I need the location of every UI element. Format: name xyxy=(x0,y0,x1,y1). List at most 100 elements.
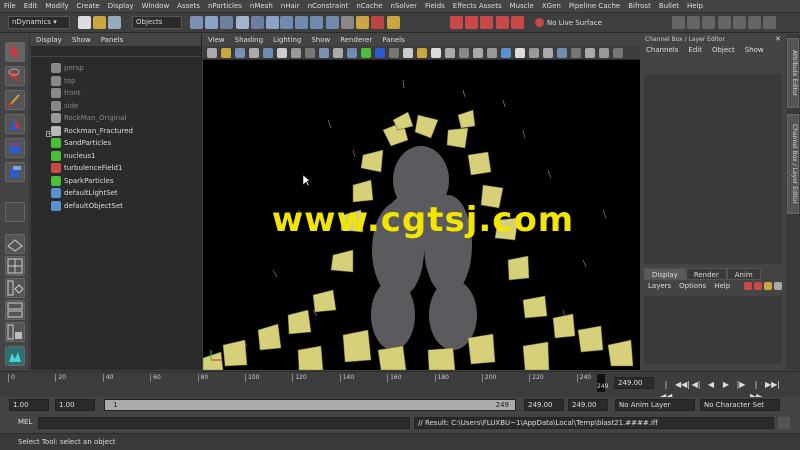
viewport-tool-icon[interactable] xyxy=(487,48,497,58)
menu-file[interactable]: File xyxy=(0,2,20,10)
snap-surface-icon[interactable] xyxy=(325,16,339,29)
select-tool-icon[interactable] xyxy=(5,42,25,62)
menu-nconstraint[interactable]: nConstraint xyxy=(304,2,353,10)
layout-four-icon[interactable] xyxy=(5,256,25,276)
panel-icon[interactable] xyxy=(732,16,746,29)
mask-icon[interactable] xyxy=(190,16,203,29)
range-bar[interactable]: 1 249 xyxy=(104,399,516,411)
menu-xgen[interactable]: XGen xyxy=(538,2,565,10)
playback-button[interactable]: ◀| xyxy=(690,379,702,391)
channel-menu-edit[interactable]: Edit xyxy=(683,46,707,54)
viewport-tool-icon[interactable] xyxy=(459,48,469,58)
playback-button[interactable]: |▶ xyxy=(735,379,747,391)
render-icon[interactable] xyxy=(510,16,524,29)
viewport-tool-icon[interactable] xyxy=(347,48,357,58)
menu-edit[interactable]: Edit xyxy=(20,2,42,10)
new-layer-selected-icon[interactable] xyxy=(754,282,762,290)
menu-nmesh[interactable]: nMesh xyxy=(246,2,277,10)
save-scene-icon[interactable] xyxy=(108,16,122,29)
menuset-dropdown[interactable]: nDynamics ▾ xyxy=(8,16,70,29)
menu-create[interactable]: Create xyxy=(72,2,103,10)
new-scene-icon[interactable] xyxy=(78,16,91,29)
layer-menu-options[interactable]: Options xyxy=(675,282,710,290)
outliner-menu-show[interactable]: Show xyxy=(67,36,96,44)
outliner-menu-panels[interactable]: Panels xyxy=(96,36,129,44)
outliner-item[interactable]: SparkParticles xyxy=(51,175,114,187)
viewport-tool-icon[interactable] xyxy=(557,48,567,58)
paint-tool-icon[interactable] xyxy=(5,90,25,110)
menu-help[interactable]: Help xyxy=(683,2,707,10)
layer-menu-help[interactable]: Help xyxy=(710,282,734,290)
viewport-tool-icon[interactable] xyxy=(417,48,427,58)
viewport-tool-icon[interactable] xyxy=(361,48,371,58)
outliner-item[interactable]: front xyxy=(51,87,81,99)
move-tool-icon[interactable] xyxy=(5,114,25,134)
layout-outliner-icon[interactable] xyxy=(5,278,25,298)
anim-layer-dropdown[interactable]: No Anim Layer xyxy=(615,399,695,411)
outliner-item[interactable]: RockMan_Original xyxy=(51,112,126,124)
mask-icon[interactable] xyxy=(235,16,249,29)
viewport-menu-view[interactable]: View xyxy=(203,36,230,44)
playback-button[interactable]: ◀ xyxy=(705,379,717,391)
render-icon[interactable] xyxy=(465,16,479,29)
layout-hypershade-icon[interactable] xyxy=(5,322,25,342)
viewport-tool-icon[interactable] xyxy=(207,48,217,58)
snap-curve-icon[interactable] xyxy=(295,16,309,29)
time-slider[interactable]: 0 20 40 60 80 100 120 140 160 180 200 220 240 249 24… xyxy=(0,371,800,401)
render-icon[interactable] xyxy=(495,16,509,29)
viewport-tool-icon[interactable] xyxy=(305,48,315,58)
viewport-tool-icon[interactable] xyxy=(543,48,553,58)
playback-end-field[interactable]: 249.00 xyxy=(524,399,564,411)
character-set-dropdown[interactable]: No Character Set xyxy=(700,399,780,411)
channel-menu-channels[interactable]: Channels xyxy=(641,46,683,54)
outliner-item[interactable]: side xyxy=(51,100,78,112)
outliner-item[interactable]: defaultObjectSet xyxy=(51,200,123,212)
snap-point-icon[interactable] xyxy=(310,16,324,29)
outliner-menu-display[interactable]: Display xyxy=(31,36,67,44)
viewport-tool-icon[interactable] xyxy=(515,48,525,58)
viewport-tool-icon[interactable] xyxy=(221,48,231,58)
panel-icon[interactable] xyxy=(702,16,716,29)
command-input[interactable] xyxy=(38,417,410,429)
viewport-tool-icon[interactable] xyxy=(613,48,623,58)
viewport-tool-icon[interactable] xyxy=(599,48,609,58)
layout-single-icon[interactable] xyxy=(5,234,25,254)
menu-nhair[interactable]: nHair xyxy=(277,2,304,10)
outliner-item[interactable]: persp xyxy=(51,62,84,74)
attribute-editor-tab[interactable]: Attribute Editor xyxy=(787,38,799,108)
playback-button[interactable]: |▶▶ xyxy=(750,379,762,401)
expand-icon[interactable]: + xyxy=(46,131,52,138)
mudbox-icon[interactable] xyxy=(5,346,25,366)
channel-box-tab[interactable]: Channel Box / Layer Editor xyxy=(787,114,799,214)
playback-button[interactable]: ◀◀| xyxy=(675,379,690,391)
menu-muscle[interactable]: Muscle xyxy=(506,2,538,10)
lasso-tool-icon[interactable] xyxy=(5,66,25,86)
new-layer-icon[interactable] xyxy=(744,282,752,290)
menu-bifrost[interactable]: Bifrost xyxy=(624,2,655,10)
viewport-tool-icon[interactable] xyxy=(375,48,385,58)
layer-options-icon[interactable] xyxy=(764,282,772,290)
outliner-item[interactable]: SandParticles xyxy=(51,137,111,149)
viewport-tool-icon[interactable] xyxy=(249,48,259,58)
layout-graph-icon[interactable] xyxy=(5,300,25,320)
history-icon[interactable] xyxy=(340,16,354,29)
rotate-tool-icon[interactable] xyxy=(5,138,25,158)
mask-icon[interactable] xyxy=(266,16,280,29)
panel-icon[interactable] xyxy=(717,16,731,29)
channel-menu-object[interactable]: Object xyxy=(707,46,740,54)
layer-settings-icon[interactable] xyxy=(774,282,782,290)
menu-nsolver[interactable]: nSolver xyxy=(387,2,421,10)
current-time-field[interactable]: 249.00 xyxy=(614,377,654,389)
last-tool-icon[interactable] xyxy=(5,202,25,222)
mel-label[interactable]: MEL xyxy=(18,418,32,426)
viewport-menu-lighting[interactable]: Lighting xyxy=(268,36,306,44)
render-icon[interactable] xyxy=(480,16,494,29)
viewport-tool-icon[interactable] xyxy=(333,48,343,58)
playback-button[interactable]: ▶ xyxy=(720,379,732,391)
viewport-tool-icon[interactable] xyxy=(291,48,301,58)
panel-icon[interactable] xyxy=(763,16,777,29)
channel-list[interactable] xyxy=(644,74,782,264)
live-surface[interactable]: No Live Surface xyxy=(535,16,602,29)
start-time-field[interactable]: 1.00 xyxy=(9,399,49,411)
menu-pipeline-cache[interactable]: Pipeline Cache xyxy=(565,2,624,10)
